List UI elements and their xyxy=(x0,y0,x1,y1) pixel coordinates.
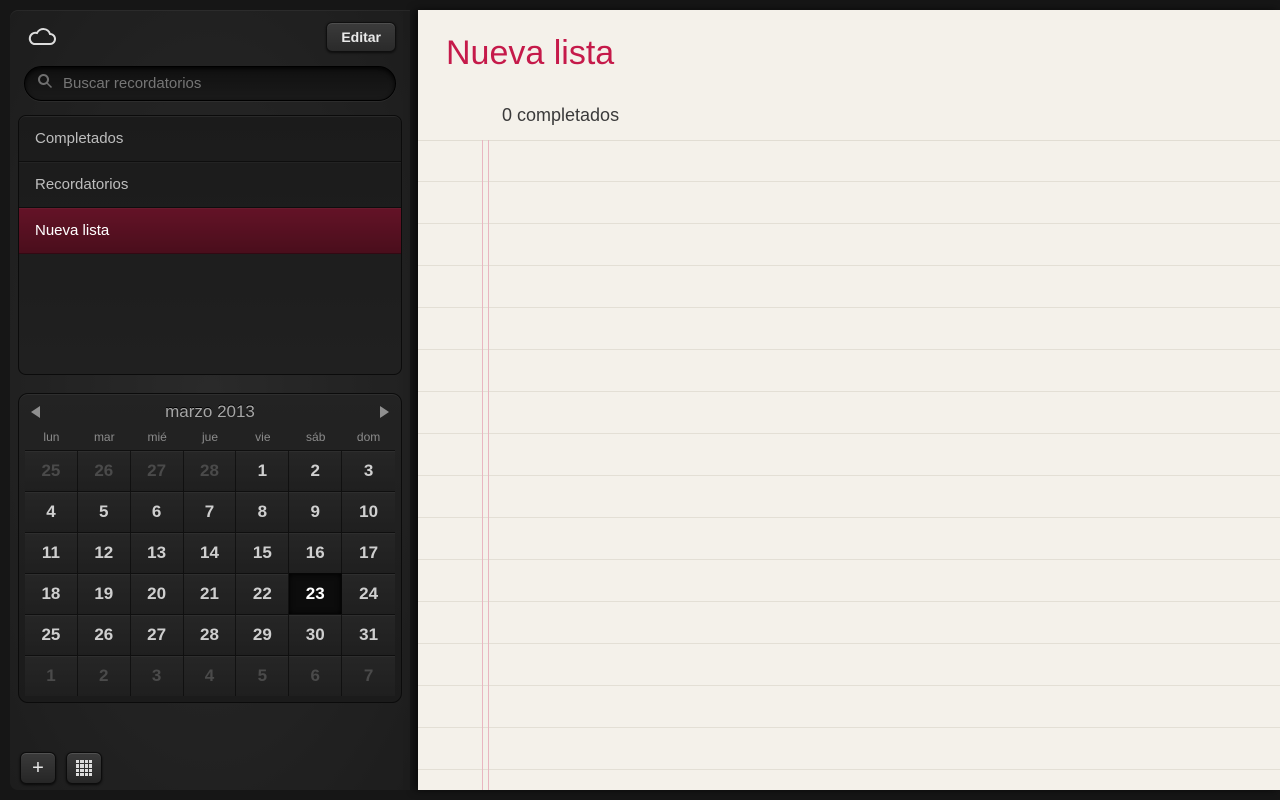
calendar-day[interactable]: 5 xyxy=(78,491,131,532)
calendar-day[interactable]: 21 xyxy=(184,573,237,614)
calendar-dow: vie xyxy=(236,426,289,450)
calendar-day[interactable]: 22 xyxy=(236,573,289,614)
calendar-toggle-button[interactable] xyxy=(66,752,102,784)
calendar-day[interactable]: 27 xyxy=(131,614,184,655)
calendar-prev-icon[interactable] xyxy=(31,406,40,418)
calendar-day[interactable]: 20 xyxy=(131,573,184,614)
completed-count[interactable]: 0 completados xyxy=(418,91,1280,141)
calendar-day[interactable]: 19 xyxy=(78,573,131,614)
calendar-day[interactable]: 26 xyxy=(78,450,131,491)
calendar-day[interactable]: 1 xyxy=(236,450,289,491)
calendar-day[interactable]: 16 xyxy=(289,532,342,573)
calendar-day[interactable]: 28 xyxy=(184,450,237,491)
search-field[interactable] xyxy=(24,66,396,101)
calendar-day[interactable]: 25 xyxy=(25,614,78,655)
calendar: marzo 2013 lunmarmiéjueviesábdom 2526272… xyxy=(18,393,402,703)
margin-line xyxy=(488,140,489,790)
calendar-day[interactable]: 3 xyxy=(342,450,395,491)
edit-button[interactable]: Editar xyxy=(326,22,396,52)
calendar-day[interactable]: 7 xyxy=(342,655,395,696)
calendar-dow: sáb xyxy=(289,426,342,450)
calendar-day[interactable]: 13 xyxy=(131,532,184,573)
calendar-day[interactable]: 31 xyxy=(342,614,395,655)
calendar-day[interactable]: 17 xyxy=(342,532,395,573)
calendar-day[interactable]: 2 xyxy=(289,450,342,491)
calendar-day[interactable]: 5 xyxy=(236,655,289,696)
bottombar: + xyxy=(10,742,410,790)
topbar: Editar xyxy=(10,10,410,60)
calendar-day[interactable]: 10 xyxy=(342,491,395,532)
calendar-day[interactable]: 25 xyxy=(25,450,78,491)
grid-icon xyxy=(76,760,92,776)
calendar-day[interactable]: 11 xyxy=(25,532,78,573)
search-wrap xyxy=(10,60,410,115)
calendar-day[interactable]: 15 xyxy=(236,532,289,573)
sidebar-item[interactable]: Completados xyxy=(19,116,401,162)
calendar-day[interactable]: 7 xyxy=(184,491,237,532)
calendar-day[interactable]: 6 xyxy=(131,491,184,532)
calendar-dow: jue xyxy=(184,426,237,450)
page-title: Nueva lista xyxy=(418,10,1280,91)
calendar-day[interactable]: 28 xyxy=(184,614,237,655)
cloud-icon[interactable] xyxy=(24,26,58,48)
calendar-day[interactable]: 4 xyxy=(184,655,237,696)
calendar-day[interactable]: 29 xyxy=(236,614,289,655)
calendar-day[interactable]: 30 xyxy=(289,614,342,655)
lists-panel: CompletadosRecordatoriosNueva lista xyxy=(18,115,402,375)
calendar-title: marzo 2013 xyxy=(165,402,255,422)
calendar-dow-row: lunmarmiéjueviesábdom xyxy=(25,426,395,450)
calendar-day[interactable]: 6 xyxy=(289,655,342,696)
calendar-day[interactable]: 24 xyxy=(342,573,395,614)
margin-line xyxy=(482,140,483,790)
calendar-day[interactable]: 27 xyxy=(131,450,184,491)
calendar-day[interactable]: 26 xyxy=(78,614,131,655)
calendar-day[interactable]: 9 xyxy=(289,491,342,532)
calendar-dow: dom xyxy=(342,426,395,450)
calendar-dow: mié xyxy=(131,426,184,450)
calendar-header: marzo 2013 xyxy=(25,402,395,426)
calendar-next-icon[interactable] xyxy=(380,406,389,418)
calendar-day[interactable]: 1 xyxy=(25,655,78,696)
calendar-dow: mar xyxy=(78,426,131,450)
sidebar-item[interactable]: Recordatorios xyxy=(19,162,401,208)
calendar-dow: lun xyxy=(25,426,78,450)
calendar-day[interactable]: 23 xyxy=(289,573,342,614)
calendar-day[interactable]: 3 xyxy=(131,655,184,696)
main-panel: Nueva lista 0 completados xyxy=(418,10,1280,790)
calendar-day[interactable]: 12 xyxy=(78,532,131,573)
calendar-day[interactable]: 14 xyxy=(184,532,237,573)
calendar-day[interactable]: 2 xyxy=(78,655,131,696)
calendar-day[interactable]: 18 xyxy=(25,573,78,614)
calendar-day[interactable]: 8 xyxy=(236,491,289,532)
calendar-days: 2526272812345678910111213141516171819202… xyxy=(25,450,395,696)
search-input[interactable] xyxy=(53,75,383,92)
paper-lines xyxy=(418,140,1280,790)
sidebar: Editar CompletadosRecordatoriosNueva lis… xyxy=(10,10,410,790)
add-button[interactable]: + xyxy=(20,752,56,784)
search-icon xyxy=(37,73,53,94)
sidebar-item[interactable]: Nueva lista xyxy=(19,208,401,254)
calendar-day[interactable]: 4 xyxy=(25,491,78,532)
plus-icon: + xyxy=(32,757,44,780)
